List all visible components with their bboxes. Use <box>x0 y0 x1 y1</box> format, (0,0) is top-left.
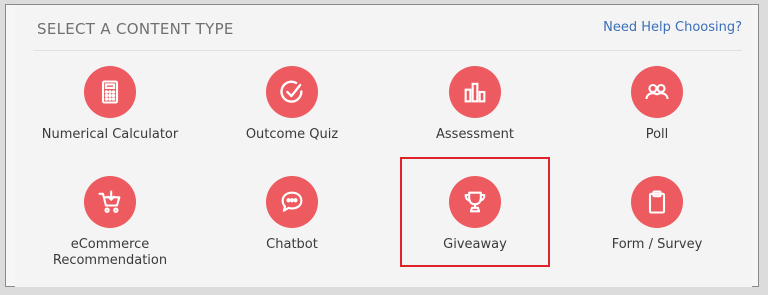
content-type-label: eCommerce Recommendation <box>52 237 168 268</box>
section-title: SELECT A CONTENT TYPE <box>37 20 234 38</box>
checkmark-circle-icon <box>266 66 318 118</box>
content-type-form-survey[interactable]: Form / Survey <box>566 176 748 253</box>
clipboard-icon <box>631 176 683 228</box>
header-divider <box>33 50 742 51</box>
content-type-label: Form / Survey <box>611 237 703 252</box>
bar-chart-icon <box>449 66 501 118</box>
content-type-assessment[interactable]: Assessment <box>384 66 566 143</box>
content-type-label: Outcome Quiz <box>245 127 339 142</box>
content-type-poll[interactable]: Poll <box>566 66 748 143</box>
content-type-label: Numerical Calculator <box>41 127 179 142</box>
content-type-outcome-quiz[interactable]: Outcome Quiz <box>201 66 383 143</box>
users-icon <box>631 66 683 118</box>
content-type-label: Poll <box>645 127 669 142</box>
calculator-icon <box>84 66 136 118</box>
need-help-link[interactable]: Need Help Choosing? <box>603 20 742 35</box>
content-type-grid: Numerical Calculator Outcome Quiz Assess… <box>0 60 737 280</box>
chat-bubble-icon <box>266 176 318 228</box>
content-type-ecommerce-recommendation[interactable]: eCommerce Recommendation <box>19 176 201 269</box>
giveaway-highlight-box <box>400 157 550 267</box>
content-type-label: Chatbot <box>266 237 318 252</box>
shopping-cart-icon <box>84 176 136 228</box>
content-type-label: Assessment <box>436 127 514 142</box>
content-type-numerical-calculator[interactable]: Numerical Calculator <box>19 66 201 143</box>
content-type-chatbot[interactable]: Chatbot <box>201 176 383 253</box>
